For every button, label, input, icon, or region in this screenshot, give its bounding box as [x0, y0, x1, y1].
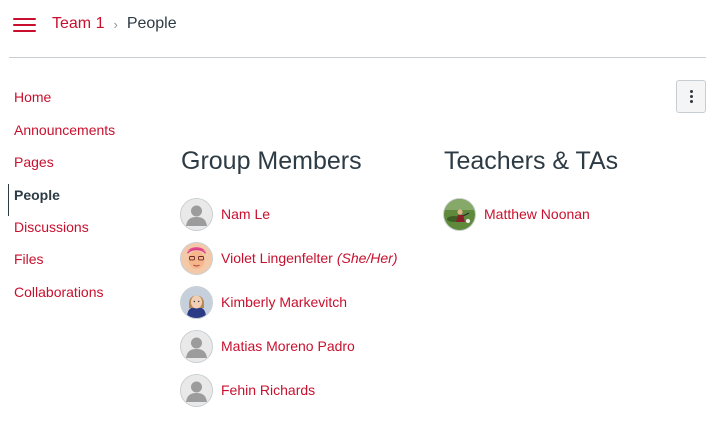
breadcrumb: Team 1 › People: [52, 15, 177, 33]
pronouns-label: (She/Her): [336, 250, 398, 266]
default-avatar-icon[interactable]: [181, 330, 212, 362]
person-name-link[interactable]: Nam Le: [221, 206, 270, 222]
top-bar: Team 1 › People: [0, 0, 717, 58]
list-item: Matthew Noonan: [444, 192, 694, 236]
list-item: Kimberly Markevitch: [181, 280, 431, 324]
sidebar-item-files[interactable]: Files: [8, 248, 148, 281]
photo-avatar[interactable]: [444, 198, 475, 230]
breadcrumb-current: People: [126, 15, 177, 32]
sidebar-item-home[interactable]: Home: [8, 86, 148, 119]
person-name-link[interactable]: Matthew Noonan: [484, 206, 590, 222]
more-options-kebab-icon[interactable]: [676, 80, 706, 113]
breadcrumb-course-link[interactable]: Team 1: [52, 15, 104, 33]
group-members-heading: Group Members: [181, 147, 362, 175]
person-name-link[interactable]: Kimberly Markevitch: [221, 294, 347, 310]
person-name-link[interactable]: Matias Moreno Padro: [221, 338, 355, 354]
sidebar-item-announcements[interactable]: Announcements: [8, 119, 148, 152]
sidebar-item-discussions[interactable]: Discussions: [8, 216, 148, 249]
list-item: Fehin Richards: [181, 368, 431, 412]
sidebar-item-pages[interactable]: Pages: [8, 151, 148, 184]
list-item: Matias Moreno Padro: [181, 324, 431, 368]
sidebar-item-people[interactable]: People: [8, 183, 148, 216]
hamburger-menu-icon[interactable]: [13, 16, 36, 34]
default-avatar-icon[interactable]: [181, 374, 212, 406]
photo-avatar[interactable]: [181, 286, 212, 318]
sidebar-item-collaborations[interactable]: Collaborations: [8, 281, 148, 314]
teachers-section: Teachers & TAs Matthew Noonan: [444, 146, 694, 236]
default-avatar-icon[interactable]: [181, 198, 212, 230]
header-divider: [9, 57, 706, 58]
group-members-section: Group Members Nam Le Violet Lingenfelter…: [181, 146, 431, 412]
person-name-link[interactable]: Fehin Richards: [221, 382, 315, 398]
person-name-link[interactable]: Violet Lingenfelter: [221, 250, 333, 266]
course-navigation: Home Announcements Pages People Discussi…: [8, 86, 148, 313]
teachers-heading: Teachers & TAs: [444, 147, 619, 175]
list-item: Violet Lingenfelter (She/Her): [181, 236, 431, 280]
cartoon-face-avatar[interactable]: [181, 242, 212, 274]
breadcrumb-separator: ›: [113, 16, 118, 32]
list-item: Nam Le: [181, 192, 431, 236]
